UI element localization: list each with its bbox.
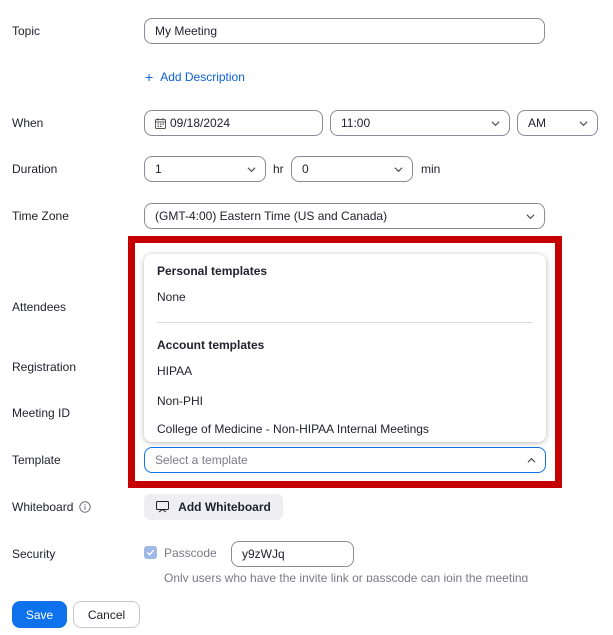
passcode-input[interactable]: y9zWJq: [231, 541, 354, 567]
security-label: Security: [12, 547, 56, 561]
hours-unit: hr: [273, 162, 284, 176]
topic-value: My Meeting: [155, 24, 218, 38]
whiteboard-label-group: Whiteboard: [12, 500, 92, 514]
date-value: 09/18/2024: [170, 116, 231, 130]
chevron-down-icon: [579, 121, 588, 127]
template-option-none[interactable]: None: [144, 284, 546, 310]
attendees-label: Attendees: [12, 300, 67, 314]
template-option-non-phi[interactable]: Non-PHI: [144, 388, 546, 414]
duration-hours-select[interactable]: 1: [144, 156, 266, 182]
chevron-down-icon: [247, 167, 256, 173]
chevron-up-icon: [527, 457, 536, 463]
duration-label: Duration: [12, 162, 58, 176]
template-dropdown-menu: Personal templates None Account template…: [144, 254, 546, 442]
time-zone-select[interactable]: (GMT-4:00) Eastern Time (US and Canada): [144, 203, 545, 229]
dropdown-divider: [157, 322, 533, 323]
time-zone-label: Time Zone: [12, 209, 69, 223]
registration-label: Registration: [12, 360, 77, 374]
duration-hours-value: 1: [155, 162, 162, 176]
when-label: When: [12, 116, 44, 130]
add-whiteboard-button[interactable]: Add Whiteboard: [144, 494, 283, 520]
duration-minutes-value: 0: [302, 162, 309, 176]
template-select[interactable]: Select a template: [144, 447, 546, 473]
template-option-college-of-medicine[interactable]: College of Medicine - Non-HIPAA Internal…: [144, 418, 546, 440]
info-icon[interactable]: [79, 501, 92, 513]
add-description-link[interactable]: + Add Description: [145, 70, 245, 84]
passcode-note: Only users who have the invite link or p…: [164, 571, 529, 582]
passcode-checkbox[interactable]: [144, 546, 157, 559]
chevron-down-icon: [491, 121, 500, 127]
duration-minutes-select[interactable]: 0: [291, 156, 413, 182]
personal-templates-heading: Personal templates: [157, 264, 268, 278]
passcode-label: Passcode: [164, 546, 217, 560]
template-label: Template: [12, 453, 61, 467]
calendar-icon: [155, 117, 166, 129]
plus-icon: +: [145, 69, 154, 85]
add-whiteboard-label: Add Whiteboard: [178, 500, 271, 514]
add-description-label: Add Description: [160, 70, 245, 84]
minutes-unit: min: [421, 162, 441, 176]
whiteboard-icon: [156, 501, 170, 513]
time-value: 11:00: [341, 116, 371, 130]
ampm-value: AM: [528, 116, 546, 130]
topic-input[interactable]: My Meeting: [144, 18, 545, 44]
account-templates-heading: Account templates: [157, 338, 265, 352]
whiteboard-label: Whiteboard: [12, 500, 74, 514]
template-placeholder: Select a template: [155, 453, 248, 467]
template-option-hipaa[interactable]: HIPAA: [144, 358, 546, 384]
date-picker[interactable]: 09/18/2024: [144, 110, 323, 136]
topic-label: Topic: [12, 24, 41, 38]
check-icon: [146, 549, 155, 556]
save-button[interactable]: Save: [12, 601, 67, 628]
meeting-id-label: Meeting ID: [12, 406, 71, 420]
time-zone-value: (GMT-4:00) Eastern Time (US and Canada): [155, 209, 388, 223]
chevron-down-icon: [526, 214, 535, 220]
cancel-button[interactable]: Cancel: [73, 601, 140, 628]
time-select[interactable]: 11:00: [330, 110, 510, 136]
ampm-select[interactable]: AM: [517, 110, 598, 136]
passcode-value: y9zWJq: [242, 547, 285, 561]
chevron-down-icon: [394, 167, 403, 173]
